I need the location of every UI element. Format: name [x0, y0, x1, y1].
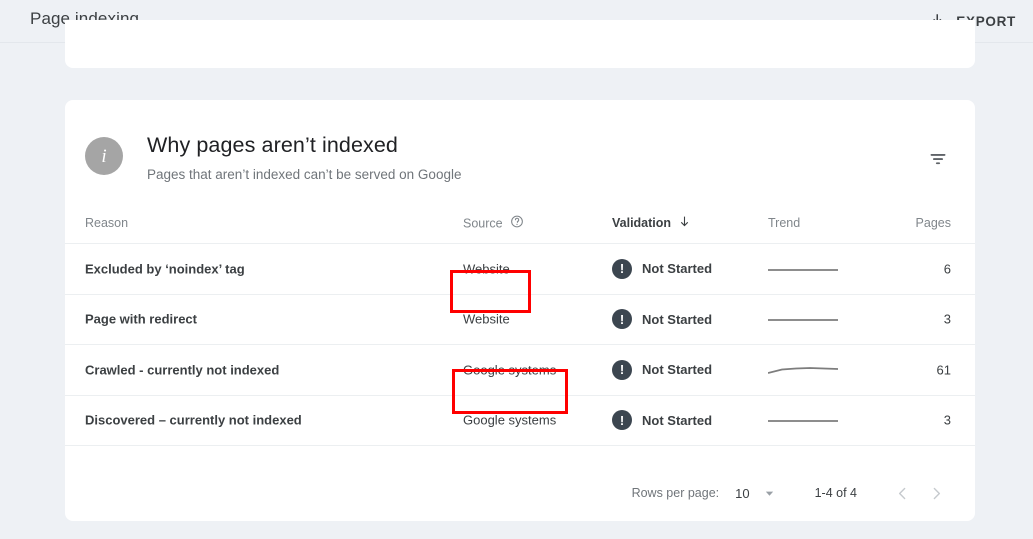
row-1-trend: [768, 311, 838, 327]
row-1-validation-label: Not Started: [642, 311, 713, 327]
column-header-validation[interactable]: Validation: [612, 215, 691, 231]
info-icon: i: [85, 137, 123, 175]
row-2-validation-label: Not Started: [642, 362, 713, 378]
table-row[interactable]: Discovered – currently not indexed Googl…: [65, 396, 975, 446]
card-subtitle: Pages that aren’t indexed can’t be serve…: [147, 167, 462, 182]
table-row[interactable]: Crawled - currently not indexed Google s…: [65, 345, 975, 396]
row-3-pages: 3: [943, 412, 951, 428]
row-0-source: Website: [463, 261, 510, 277]
row-1-pages: 3: [943, 311, 951, 327]
row-2-validation: ! Not Started: [612, 359, 713, 380]
chevron-right-icon[interactable]: [919, 476, 953, 510]
card-title: Why pages aren’t indexed: [147, 133, 398, 157]
why-pages-arent-indexed-card: i Why pages aren’t indexed Pages that ar…: [65, 100, 975, 521]
row-1-validation: ! Not Started: [612, 309, 713, 330]
chevron-down-icon[interactable]: [764, 488, 775, 499]
row-3-source: Google systems: [463, 412, 557, 428]
info-glyph: i: [101, 145, 107, 167]
row-3-trend: [768, 412, 838, 428]
column-header-reason[interactable]: Reason: [85, 216, 128, 230]
table-row[interactable]: Excluded by ‘noindex’ tag Website ! Not …: [65, 244, 975, 295]
pagination-range: 1-4 of 4: [814, 486, 857, 500]
row-3-validation: ! Not Started: [612, 410, 713, 431]
table-header-row: Reason Source Validation Trend Pages: [65, 203, 975, 244]
error-exclamation-icon: !: [612, 410, 632, 431]
row-0-pages: 6: [943, 261, 951, 277]
chevron-left-icon[interactable]: [885, 476, 919, 510]
column-header-source-label: Source: [463, 216, 503, 230]
table-pagination: Rows per page: 10 1-4 of 4: [65, 465, 975, 521]
column-header-pages[interactable]: Pages: [865, 216, 951, 230]
row-1-source: Website: [463, 311, 510, 327]
row-0-validation: ! Not Started: [612, 258, 713, 279]
table-row[interactable]: Page with redirect Website ! Not Started…: [65, 295, 975, 345]
row-0-validation-label: Not Started: [642, 261, 713, 277]
error-exclamation-icon: !: [612, 309, 632, 330]
row-2-pages: 61: [936, 362, 951, 378]
card-header: i Why pages aren’t indexed Pages that ar…: [65, 100, 975, 203]
indexing-reasons-table: Reason Source Validation Trend Pages Exc…: [65, 203, 975, 446]
error-exclamation-icon: !: [612, 258, 632, 279]
row-3-validation-label: Not Started: [642, 412, 713, 428]
arrow-down-icon[interactable]: [678, 215, 691, 231]
rows-per-page-label: Rows per page:: [631, 486, 720, 500]
rows-per-page-value[interactable]: 10: [735, 486, 749, 501]
row-2-source: Google systems: [463, 362, 557, 378]
row-1-reason[interactable]: Page with redirect: [85, 312, 197, 327]
row-2-trend: [768, 362, 838, 378]
column-header-validation-label: Validation: [612, 216, 672, 230]
row-3-reason[interactable]: Discovered – currently not indexed: [85, 413, 302, 428]
column-header-trend[interactable]: Trend: [768, 216, 800, 230]
row-2-reason[interactable]: Crawled - currently not indexed: [85, 362, 279, 377]
row-0-trend: [768, 261, 838, 277]
column-header-source[interactable]: Source: [463, 215, 524, 232]
row-0-reason[interactable]: Excluded by ‘noindex’ tag: [85, 261, 245, 276]
previous-card-partial: [65, 20, 975, 68]
error-exclamation-icon: !: [612, 359, 632, 380]
filter-icon[interactable]: [923, 144, 953, 174]
help-circle-icon[interactable]: [510, 215, 524, 232]
